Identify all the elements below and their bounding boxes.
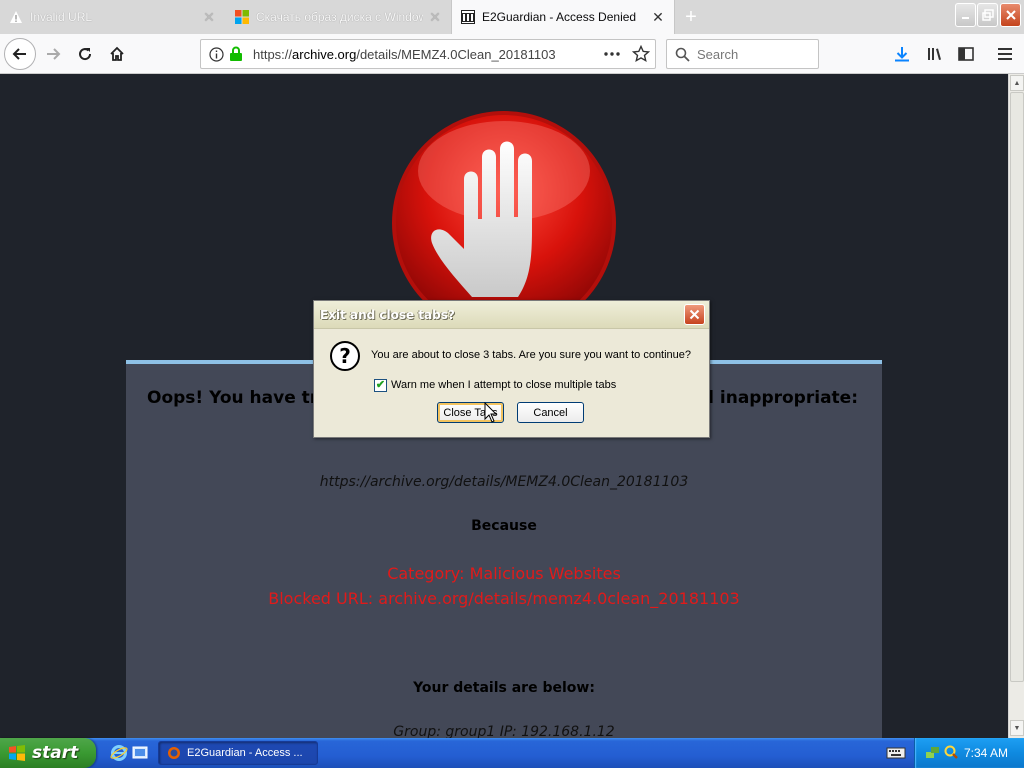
oops-heading-right: ed inappropriate: [690,388,858,408]
taskbar: start E2Guardian - Access ... 7:34 AM [0,738,1024,768]
url-text: https://archive.org/details/MEMZ4.0Clean… [253,47,556,62]
forward-arrow-icon [47,48,61,60]
restore-button[interactable] [977,3,998,27]
scrollbar-thumb[interactable] [1010,92,1024,682]
cancel-button[interactable]: Cancel [517,402,584,423]
close-icon[interactable]: ✕ [650,9,666,25]
search-icon [675,47,690,65]
windows-logo-icon [9,745,25,761]
home-icon [110,46,124,61]
keyboard-icon[interactable] [886,746,906,760]
tab-e2guardian[interactable]: E2Guardian - Access Denied ✕ [451,0,675,34]
tab-label: Скачать образ диска с Windows [256,10,423,24]
search-icon[interactable] [943,744,959,760]
clock: 7:34 AM [963,746,1008,760]
tab-invalid-url[interactable]: Invalid URL ✕ [0,0,225,34]
internet-explorer-icon[interactable] [110,744,128,762]
scroll-up-arrow-icon[interactable]: ▲ [1010,75,1024,91]
dialog-titlebar[interactable]: Exit and close tabs? [314,301,709,329]
requested-url: https://archive.org/details/MEMZ4.0Clean… [319,474,689,490]
library-button[interactable] [920,39,950,69]
url-scheme: https:// [253,47,293,62]
new-tab-button[interactable]: + [678,5,704,29]
hamburger-menu-icon [998,48,1012,60]
url-bar[interactable]: https://archive.org/details/MEMZ4.0Clean… [200,39,656,69]
network-icon[interactable] [925,744,941,760]
close-tabs-dialog: Exit and close tabs? ? You are about to … [313,300,710,438]
navigation-toolbar: https://archive.org/details/MEMZ4.0Clean… [0,34,1024,74]
category-line: Category: Malicious Websites [387,564,621,583]
sidebar-button[interactable] [951,39,981,69]
dialog-title: Exit and close tabs? [320,308,455,322]
bookmark-star-icon[interactable] [631,44,651,66]
search-input[interactable]: Search [666,39,819,69]
warn-checkbox-label[interactable]: Warn me when I attempt to close multiple… [391,379,616,391]
url-path: /details/MEMZ4.0Clean_20181103 [356,47,556,62]
details-line: Group: group1 IP: 192.168.1.12 [393,724,615,738]
download-icon [895,47,909,62]
close-icon [689,309,700,320]
tab-windows-download[interactable]: Скачать образ диска с Windows ✕ [226,0,451,34]
close-icon[interactable]: ✕ [427,9,443,25]
url-host: archive.org [292,47,357,62]
taskbar-item-e2guardian[interactable]: E2Guardian - Access ... [158,741,318,765]
warning-icon [8,9,24,25]
library-icon [928,48,941,60]
vertical-scrollbar[interactable]: ▲ ▼ [1008,74,1024,738]
reload-icon [79,48,92,61]
dialog-close-button[interactable] [684,304,705,325]
back-button[interactable] [4,38,36,70]
menu-button[interactable] [990,39,1020,69]
minimize-button[interactable] [955,3,976,27]
because-label: Because [471,518,537,534]
window-close-button[interactable] [1000,3,1021,27]
page-actions-icon[interactable] [603,45,621,66]
archive-building-icon [460,9,476,25]
taskbar-item-label: E2Guardian - Access ... [187,747,303,759]
microsoft-logo-icon [234,9,250,25]
system-tray: 7:34 AM [914,738,1024,768]
start-label: start [32,743,79,763]
blocked-url-line: Blocked URL: archive.org/details/memz4.0… [268,589,740,608]
start-button[interactable]: start [0,738,96,768]
close-icon[interactable]: ✕ [201,9,217,25]
question-icon: ? [330,341,360,371]
tab-label: E2Guardian - Access Denied [482,10,637,24]
forward-button[interactable] [38,39,68,69]
info-icon[interactable] [209,47,224,65]
oops-heading-left: Oops! You have tri [147,388,324,408]
back-arrow-icon [12,48,26,60]
lock-icon[interactable] [229,46,243,65]
mouse-cursor-icon [484,402,498,423]
dialog-message: You are about to close 3 tabs. Are you s… [371,349,692,361]
warn-checkbox[interactable]: ✔ [374,379,387,392]
show-desktop-icon[interactable] [131,744,149,762]
sidebar-icon [958,47,974,61]
downloads-button[interactable] [887,39,917,69]
reload-button[interactable] [70,39,100,69]
firefox-icon [168,747,180,759]
home-button[interactable] [102,39,132,69]
tab-label: Invalid URL [30,10,93,24]
details-heading: Your details are below: [413,680,595,696]
scroll-down-arrow-icon[interactable]: ▼ [1010,720,1024,736]
tab-strip: Invalid URL ✕ Скачать образ диска с Wind… [0,0,1024,34]
search-placeholder: Search [697,47,739,62]
